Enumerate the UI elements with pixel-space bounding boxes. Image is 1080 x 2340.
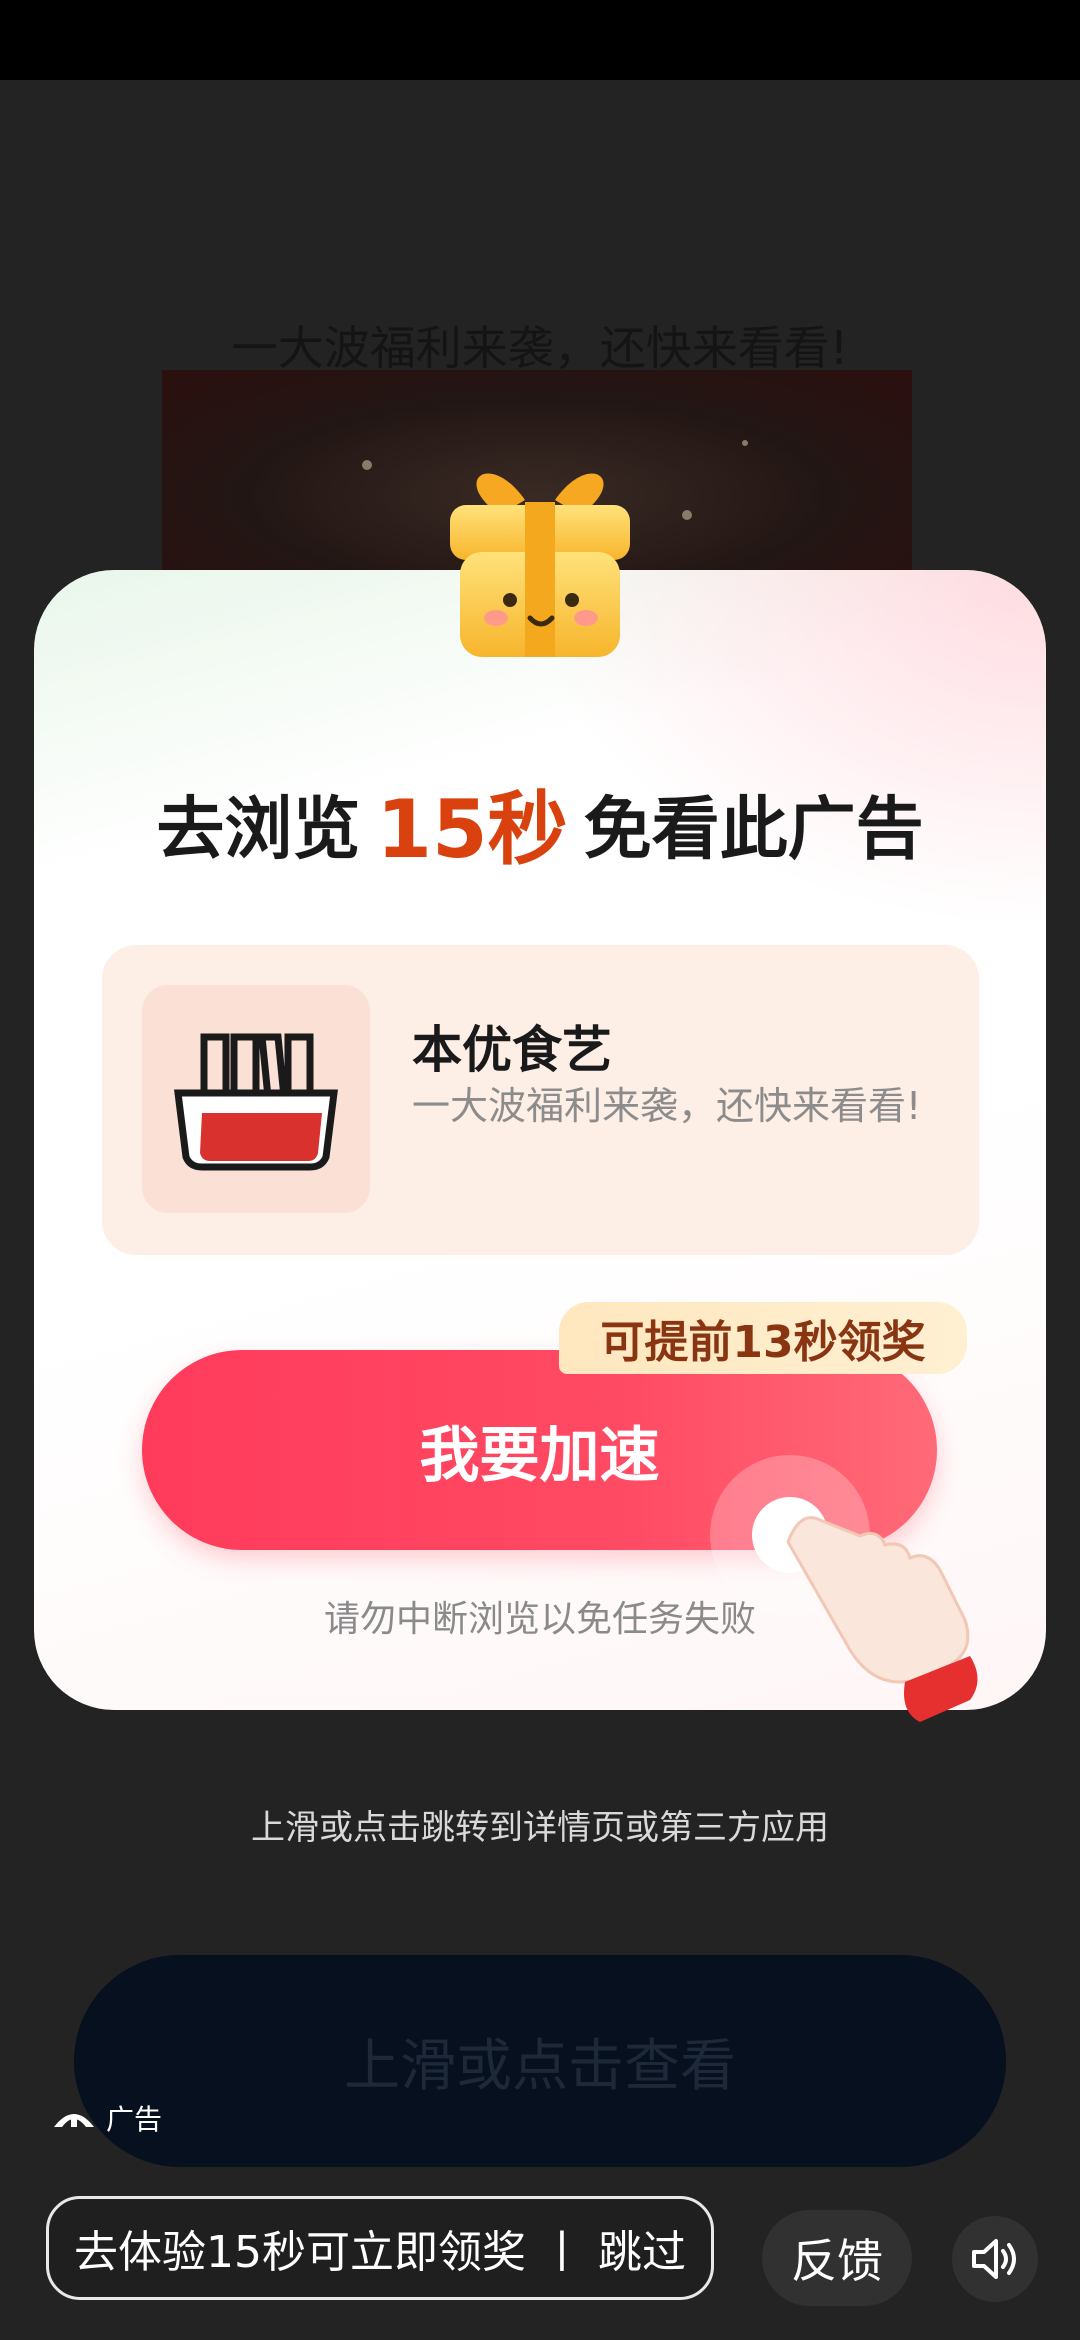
modal-title: 去浏览 15秒 免看此广告 <box>34 765 1046 881</box>
app-description: 一大波福利来袭，还快来看看! <box>412 1084 922 1128</box>
title-prefix: 去浏览 <box>156 790 361 870</box>
basket-icon <box>174 1033 338 1171</box>
title-highlight-text: 15秒 <box>376 783 568 876</box>
app-name: 本优食艺 <box>412 1021 612 1079</box>
ad-tag: 广告 <box>52 2098 162 2138</box>
sparkle-dot <box>682 510 692 520</box>
swipe-hint-text: 上滑或点击跳转到详情页或第三方应用 <box>251 1808 829 1848</box>
skip-button[interactable]: 去体验15秒可立即领奖 丨 跳过 <box>46 2196 714 2300</box>
title-highlight: 15秒 <box>372 765 572 881</box>
gift-box-icon <box>450 473 630 657</box>
swipe-view-label: 上滑或点击查看 <box>344 2033 736 2099</box>
title-suffix: 免看此广告 <box>583 790 924 870</box>
app-card[interactable]: 本优食艺 一大波福利来袭，还快来看看! <box>102 945 979 1255</box>
speaker-icon <box>972 2239 1016 2279</box>
ad-label: 广告 <box>106 2103 163 2136</box>
status-bar <box>0 0 1080 80</box>
sparkle-dot <box>742 440 748 446</box>
swipe-view-button[interactable]: 上滑或点击查看 <box>74 1955 1006 2167</box>
background-headline: 一大波福利来袭，还快来看看! <box>231 321 849 375</box>
ad-logo-icon <box>54 2114 94 2127</box>
sound-toggle-button[interactable] <box>952 2216 1038 2302</box>
app-icon <box>142 985 370 1213</box>
early-reward-badge: 可提前13秒领奖 <box>559 1302 967 1374</box>
feedback-button[interactable]: 反馈 <box>762 2210 912 2306</box>
pointing-hand-icon <box>710 1455 978 1722</box>
sparkle-dot <box>362 460 372 470</box>
